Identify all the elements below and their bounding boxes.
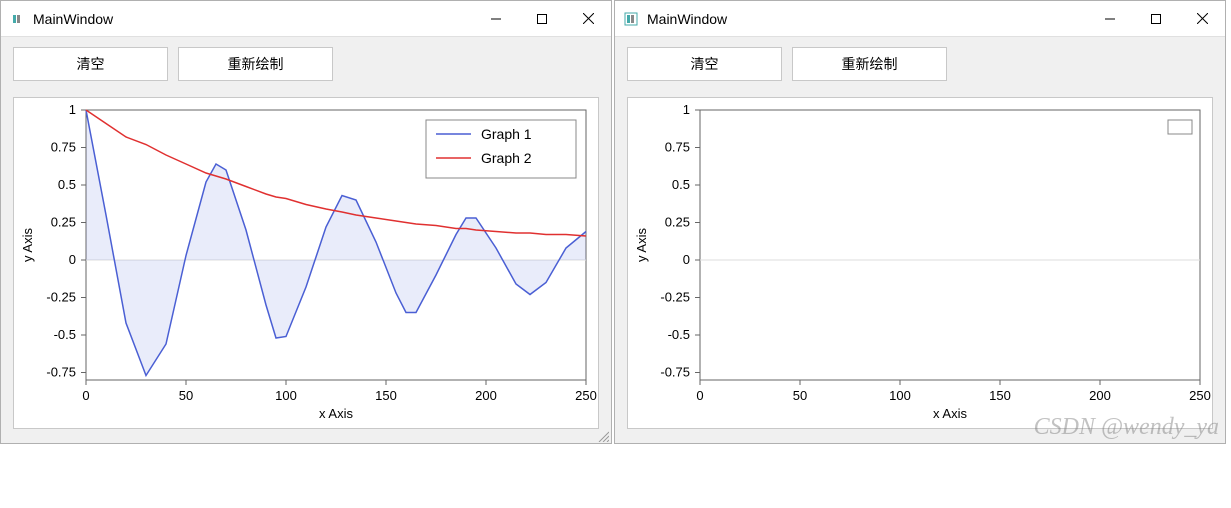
svg-text:200: 200 [1089,388,1111,403]
svg-text:x Axis: x Axis [933,406,967,421]
close-button[interactable] [1179,1,1225,36]
toolbar: 清空 重新绘制 [615,37,1225,91]
resize-grip-icon[interactable] [597,429,609,441]
redraw-button[interactable]: 重新绘制 [792,47,947,81]
minimize-button[interactable] [473,1,519,36]
svg-text:1: 1 [683,102,690,117]
window-title: MainWindow [647,11,1087,27]
svg-text:0.25: 0.25 [51,215,76,230]
svg-text:250: 250 [575,388,597,403]
svg-text:-0.75: -0.75 [660,365,690,380]
svg-text:0.5: 0.5 [672,177,690,192]
maximize-button[interactable] [519,1,565,36]
svg-text:100: 100 [889,388,911,403]
redraw-button[interactable]: 重新绘制 [178,47,333,81]
svg-text:0.5: 0.5 [58,177,76,192]
svg-text:100: 100 [275,388,297,403]
svg-text:-0.25: -0.25 [46,290,76,305]
svg-text:0: 0 [69,252,76,267]
app-icon [9,11,25,27]
toolbar: 清空 重新绘制 [1,37,611,91]
svg-text:150: 150 [989,388,1011,403]
svg-text:0: 0 [696,388,703,403]
app-window: MainWindow 清空 重新绘制 0 50 100 150 200 250 -0.75 -… [0,0,612,444]
svg-text:-0.25: -0.25 [660,290,690,305]
svg-text:150: 150 [375,388,397,403]
titlebar[interactable]: MainWindow [615,1,1225,37]
svg-text:200: 200 [475,388,497,403]
svg-text:Graph 2: Graph 2 [481,150,532,166]
svg-text:50: 50 [179,388,193,403]
window-controls [1087,1,1225,36]
svg-text:-0.5: -0.5 [668,327,690,342]
app-icon [623,11,639,27]
svg-text:0: 0 [82,388,89,403]
plot-area[interactable]: 0 50 100 150 200 250 -0.75 -0.5 -0.25 0 0.25 0.5 0.7… [627,97,1213,429]
svg-text:y Axis: y Axis [20,228,35,262]
svg-text:Graph 1: Graph 1 [481,126,532,142]
svg-text:0.75: 0.75 [51,140,76,155]
svg-text:-0.75: -0.75 [46,365,76,380]
svg-text:50: 50 [793,388,807,403]
svg-text:0.75: 0.75 [665,140,690,155]
window-title: MainWindow [33,11,473,27]
svg-text:250: 250 [1189,388,1211,403]
titlebar[interactable]: MainWindow [1,1,611,37]
svg-text:0.25: 0.25 [665,215,690,230]
svg-text:x Axis: x Axis [319,406,353,421]
window-controls [473,1,611,36]
minimize-button[interactable] [1087,1,1133,36]
svg-text:0: 0 [683,252,690,267]
chart: 0 50 100 150 200 250 -0.75 -0.5 -0.25 0 0.25 0.5 0.7… [14,98,600,428]
app-window: MainWindow 清空 重新绘制 0 50 100 150 200 250 -0.75 -… [614,0,1226,444]
clear-button[interactable]: 清空 [627,47,782,81]
chart: 0 50 100 150 200 250 -0.75 -0.5 -0.25 0 0.25 0.5 0.7… [628,98,1214,428]
plot-area[interactable]: 0 50 100 150 200 250 -0.75 -0.5 -0.25 0 0.25 0.5 0.7… [13,97,599,429]
svg-text:1: 1 [69,102,76,117]
svg-text:y Axis: y Axis [634,228,649,262]
maximize-button[interactable] [1133,1,1179,36]
svg-text:-0.5: -0.5 [54,327,76,342]
clear-button[interactable]: 清空 [13,47,168,81]
close-button[interactable] [565,1,611,36]
